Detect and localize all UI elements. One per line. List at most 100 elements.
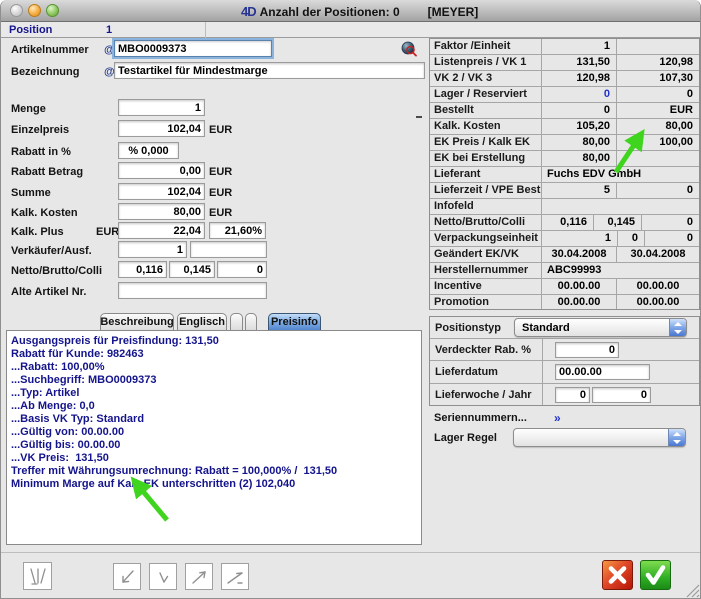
tab-beschreibung[interactable]: Beschreibung xyxy=(100,313,174,330)
footer-divider xyxy=(1,552,701,553)
minimize-button[interactable] xyxy=(28,4,41,17)
x-icon xyxy=(603,561,632,589)
nav-last-record-button[interactable] xyxy=(221,563,249,590)
position-number: 1 xyxy=(106,24,112,36)
nav-previous-record-button[interactable] xyxy=(149,563,177,590)
tab-blank-1[interactable] xyxy=(230,313,243,330)
positionstyp-label: Positionstyp xyxy=(430,322,501,334)
preisinfo-line: Rabatt für Kunde: 982463 xyxy=(11,348,421,361)
arrow-up-right-icon xyxy=(186,564,212,589)
seriennummern-chevron[interactable]: » xyxy=(554,411,561,425)
lager-regel-select[interactable] xyxy=(513,428,686,447)
window-resize-grip[interactable] xyxy=(685,583,701,598)
table-row: Listenpreis / VK 1131,50120,98 xyxy=(430,55,699,71)
row-value: 30.04.2008 xyxy=(617,247,699,262)
menge-input[interactable]: 1 xyxy=(118,99,205,116)
alte-artikel-input[interactable] xyxy=(118,282,267,299)
tab-preisinfo-label: Preisinfo xyxy=(271,316,318,328)
colli-input[interactable]: 0 xyxy=(217,261,267,278)
window-title: 4D Anzahl der Positionen: 0 [MEYER] xyxy=(241,4,478,19)
row-value: 5 xyxy=(542,183,617,198)
currency-label: EUR xyxy=(209,187,232,199)
close-button[interactable] xyxy=(10,4,23,17)
brutto-input[interactable]: 0,145 xyxy=(169,261,215,278)
artikelnummer-input[interactable]: MBO0009373 xyxy=(114,40,272,57)
rabatt-betrag-input[interactable]: 0,00 xyxy=(118,162,205,179)
titlebar: 4D Anzahl der Positionen: 0 [MEYER] xyxy=(1,0,701,22)
row-value: EUR xyxy=(617,103,699,118)
preisinfo-line: ...Ab Menge: 0,0 xyxy=(11,400,421,413)
window-title-text: Anzahl der Positionen: 0 xyxy=(260,5,400,19)
row-value: 0 xyxy=(642,215,699,230)
popup-stepper-icon xyxy=(669,319,686,336)
ausfuehrung-input[interactable] xyxy=(190,241,267,258)
4d-logo-icon: 4D xyxy=(241,4,256,19)
currency-label: EUR xyxy=(209,207,232,219)
verdeckter-rabatt-label: Verdeckter Rab. % xyxy=(430,344,531,356)
strike-line-button[interactable] xyxy=(23,562,52,590)
rabatt-prozent-input[interactable]: % 0,000 xyxy=(118,142,179,159)
seriennummern-link[interactable]: Seriennummern... xyxy=(434,412,527,424)
row-label: Infofeld xyxy=(430,199,542,214)
kalk-kosten-input[interactable]: 80,00 xyxy=(118,203,205,220)
tab-englisch-label: Englisch xyxy=(179,316,225,328)
verkaeufer-input[interactable]: 1 xyxy=(118,241,187,258)
preisinfo-line: Ausgangspreis für Preisfindung: 131,50 xyxy=(11,335,421,348)
nav-first-record-button[interactable] xyxy=(113,563,141,590)
alte-artikel-label: Alte Artikel Nr. xyxy=(11,286,86,298)
ok-button[interactable] xyxy=(640,560,671,590)
verdeckter-rabatt-row: Verdeckter Rab. % 0 xyxy=(430,339,699,361)
table-row: LieferantFuchs EDV GmbH xyxy=(430,167,699,183)
lieferwoche-input[interactable]: 0 xyxy=(555,387,590,403)
zoom-button[interactable] xyxy=(46,4,59,17)
tab-preisinfo[interactable]: Preisinfo xyxy=(268,313,321,330)
kalk-plus-percent-input[interactable]: 21,60% xyxy=(209,222,266,239)
arrow-down-left-icon xyxy=(114,564,140,589)
lieferdatum-label: Lieferdatum xyxy=(430,366,498,378)
row-value: ABC99993 xyxy=(542,263,699,278)
lieferdatum-input[interactable]: 00.00.00 xyxy=(555,364,650,380)
lieferjahr-input[interactable]: 0 xyxy=(592,387,651,403)
page-title: Position xyxy=(9,24,52,36)
preisinfo-line: ...Suchbegriff: MBO0009373 xyxy=(11,374,421,387)
preisinfo-line: ...Rabatt: 100,00% xyxy=(11,361,421,374)
arrow-down-icon xyxy=(150,564,176,589)
nav-next-record-button[interactable] xyxy=(185,563,213,590)
position-detail-box: Positionstyp Standard Verdeckter Rab. % … xyxy=(429,316,700,406)
row-label: Incentive xyxy=(430,279,542,294)
verdeckter-rabatt-input[interactable]: 0 xyxy=(555,342,619,358)
preisinfo-line: ...Basis VK Typ: Standard xyxy=(11,413,421,426)
row-label: Bestellt xyxy=(430,103,542,118)
summe-input[interactable]: 102,04 xyxy=(118,183,205,200)
cancel-button[interactable] xyxy=(602,560,633,590)
preisinfo-line: ...Gültig bis: 00.00.00 xyxy=(11,439,421,452)
kalk-plus-amount-input[interactable]: 22,04 xyxy=(118,222,205,239)
cell-divider xyxy=(542,361,543,383)
search-icon[interactable] xyxy=(401,41,417,57)
tab-beschreibung-label: Beschreibung xyxy=(100,316,173,328)
bezeichnung-input[interactable]: Testartikel für Mindestmarge xyxy=(114,62,425,79)
row-label: Lieferant xyxy=(430,167,542,182)
tab-blank-2[interactable] xyxy=(245,313,257,330)
row-value: 0 xyxy=(542,103,617,118)
positionstyp-select[interactable]: Standard xyxy=(514,318,687,337)
verkaeufer-label: Verkäufer/Ausf. xyxy=(11,245,92,257)
preisinfo-line: ...Gültig von: 00.00.00 xyxy=(11,426,421,439)
tab-englisch[interactable]: Englisch xyxy=(177,313,227,330)
strike-icon xyxy=(24,563,51,589)
cell-divider xyxy=(542,384,543,406)
preisinfo-line: ...Typ: Artikel xyxy=(11,387,421,400)
einzelpreis-input[interactable]: 102,04 xyxy=(118,120,205,137)
row-label: Geändert EK/VK xyxy=(430,247,542,262)
table-row: EK bei Erstellung80,00 xyxy=(430,151,699,167)
row-value: 0 xyxy=(617,183,699,198)
rabatt-prozent-label: Rabatt in % xyxy=(11,146,71,158)
row-label: Listenpreis / VK 1 xyxy=(430,55,542,70)
row-value: 1 xyxy=(542,39,617,54)
lieferwoche-label: Lieferwoche / Jahr xyxy=(430,389,532,401)
splitter-handle[interactable] xyxy=(416,116,422,118)
table-row: Promotion00.00.0000.00.00 xyxy=(430,295,699,310)
netto-input[interactable]: 0,116 xyxy=(118,261,167,278)
green-arrow-annotation xyxy=(604,126,652,178)
preisinfo-textarea[interactable]: Ausgangspreis für Preisfindung: 131,50 R… xyxy=(6,330,422,545)
